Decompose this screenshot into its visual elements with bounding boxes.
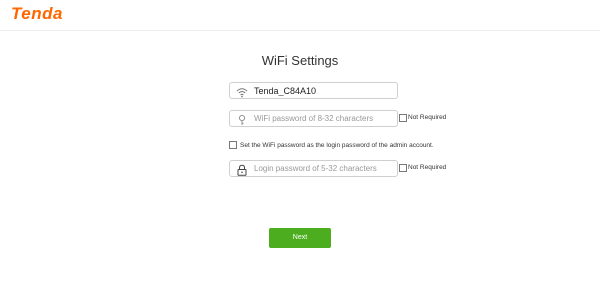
login-password-field[interactable] (229, 160, 398, 177)
tenda-logo: Tenda (11, 4, 63, 23)
lock-icon (236, 163, 248, 176)
wifi-password-not-required-label: Not Required (408, 114, 447, 121)
wifi-password-not-required[interactable]: Not Required (399, 112, 446, 124)
wifi-password-field[interactable] (229, 110, 398, 127)
login-password-input[interactable] (254, 161, 394, 176)
login-password-not-required[interactable]: Not Required (399, 162, 446, 174)
same-password-label: Set the WiFi password as the login passw… (240, 141, 434, 149)
page: Tenda WiFi Settings Not Required (0, 0, 600, 301)
page-title: WiFi Settings (261, 53, 339, 68)
same-password-option[interactable]: Set the WiFi password as the login passw… (229, 139, 434, 151)
wifi-password-not-required-checkbox[interactable] (399, 114, 407, 122)
next-button[interactable]: Next (269, 228, 331, 248)
ssid-input[interactable] (254, 83, 394, 98)
login-password-not-required-label: Not Required (408, 164, 447, 171)
login-password-not-required-checkbox[interactable] (399, 164, 407, 172)
key-icon (236, 113, 248, 125)
wifi-password-input[interactable] (254, 111, 394, 126)
header: Tenda (0, 0, 600, 31)
same-password-checkbox[interactable] (229, 141, 237, 149)
ssid-field[interactable] (229, 82, 398, 99)
wifi-icon (236, 85, 248, 98)
